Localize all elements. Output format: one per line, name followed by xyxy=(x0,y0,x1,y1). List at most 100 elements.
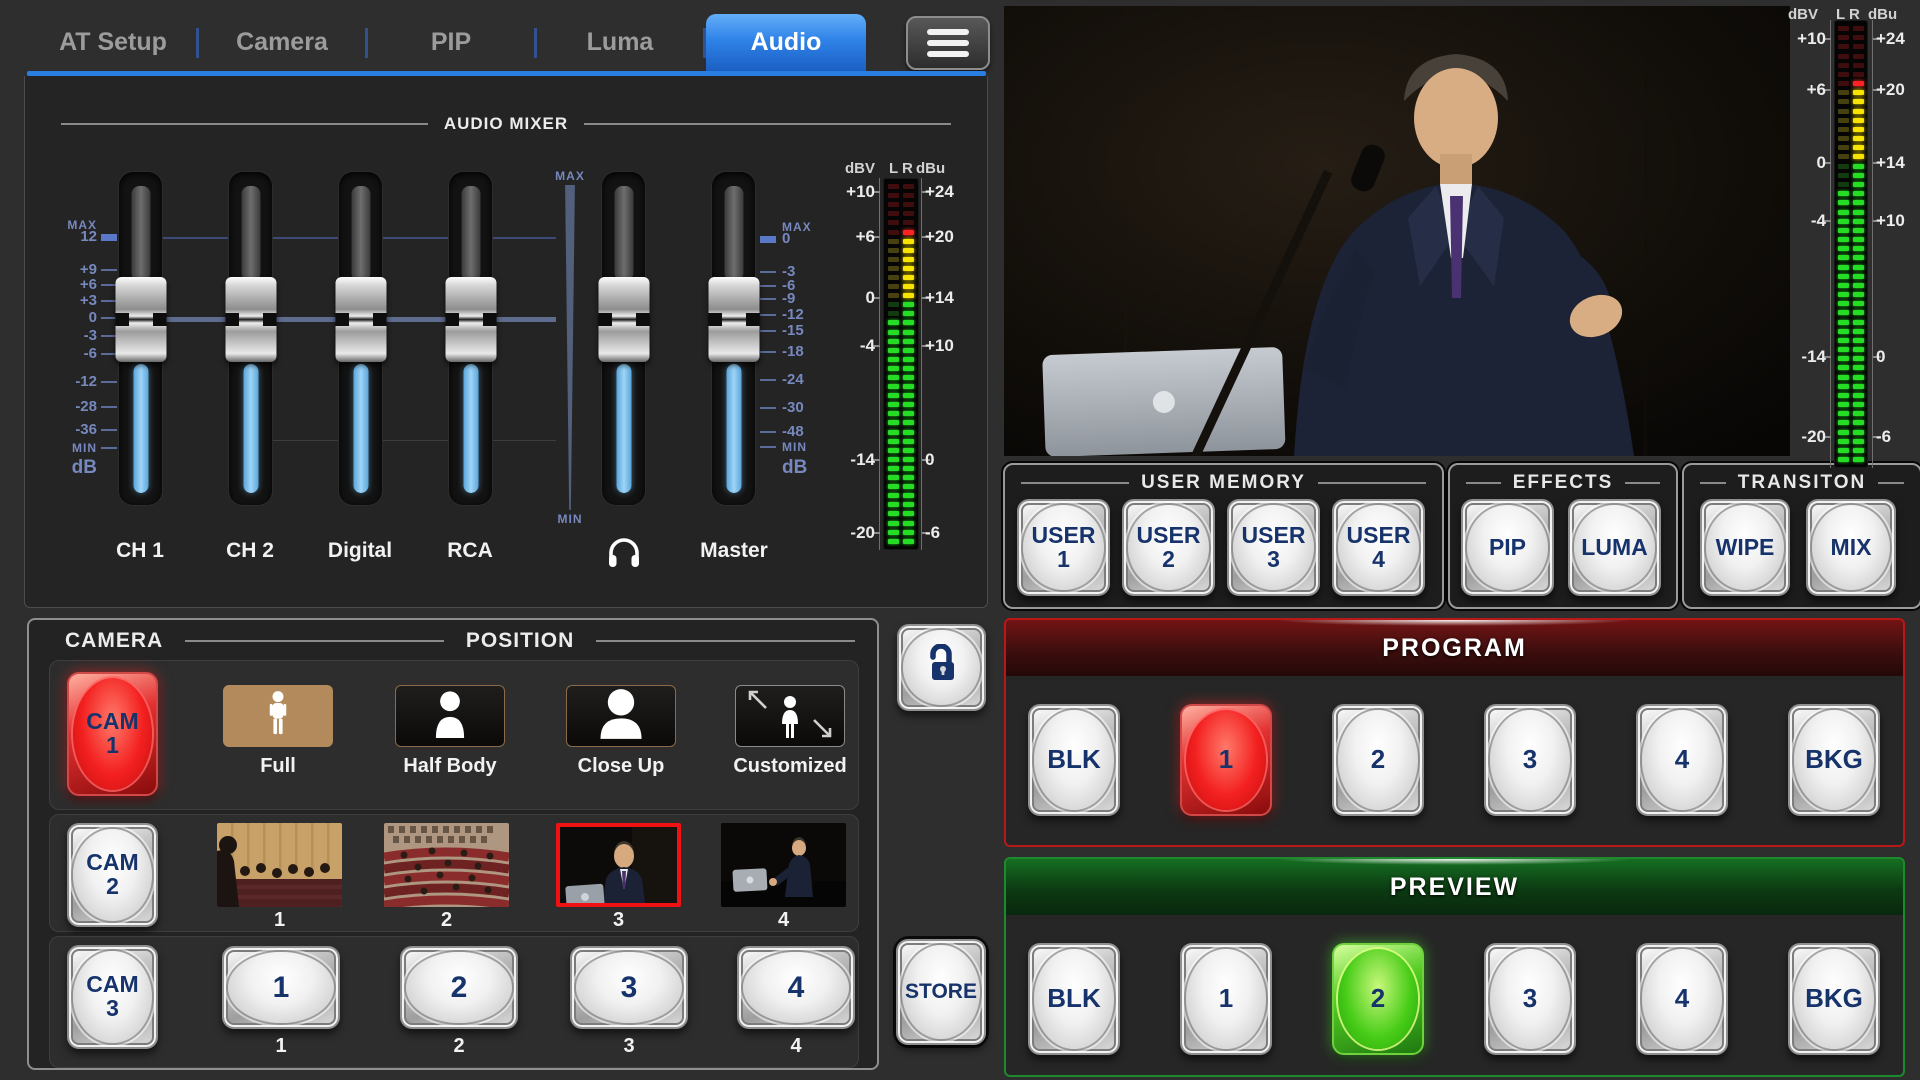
tab-luma[interactable]: Luma xyxy=(537,14,703,71)
program-bus-panel: PROGRAM BLK1234BKG xyxy=(1004,618,1905,847)
camera-thumbnail-1[interactable] xyxy=(217,823,342,907)
tab-camera[interactable]: Camera xyxy=(199,14,365,71)
mixer-meter-led-row xyxy=(884,182,918,191)
position-preset-customized[interactable] xyxy=(735,685,845,747)
output-meter-led-row xyxy=(1835,107,1867,116)
output-meter-led-r xyxy=(1853,219,1864,224)
cam3-preset-2[interactable]: 2 xyxy=(400,946,518,1029)
store-button[interactable]: STORE xyxy=(896,939,986,1045)
user-memory-user-1[interactable]: USER 1 xyxy=(1017,499,1110,596)
lock-button[interactable] xyxy=(897,624,986,711)
mixer-meter-led-row xyxy=(884,509,918,518)
fader-rca-stripe xyxy=(461,186,480,281)
fader-master-handle[interactable] xyxy=(708,277,759,362)
tab-audio[interactable]: Audio xyxy=(706,14,866,71)
cam3-preset-3[interactable]: 3 xyxy=(570,946,688,1029)
user-memory-user-4[interactable]: USER 4 xyxy=(1332,499,1425,596)
output-meter-led-r xyxy=(1853,457,1864,462)
user-memory-user-2[interactable]: USER 2 xyxy=(1122,499,1215,596)
tab-pip[interactable]: PIP xyxy=(368,14,534,71)
output-meter-led-l xyxy=(1838,365,1849,370)
user-memory-user-3[interactable]: USER 3 xyxy=(1227,499,1320,596)
cam3-preset-1[interactable]: 1 xyxy=(222,946,340,1029)
camera-select-cam-3[interactable]: CAM 3 xyxy=(67,945,158,1049)
master-scale-tick xyxy=(760,314,776,316)
camera-thumbnail-3[interactable] xyxy=(556,823,681,907)
mixer-meter-led-l xyxy=(888,230,899,235)
preview-bus-bkg[interactable]: BKG xyxy=(1788,943,1880,1055)
hamburger-menu-button[interactable] xyxy=(906,16,990,70)
camera-select-cam-2[interactable]: CAM 2 xyxy=(67,823,158,927)
transition-wipe[interactable]: WIPE xyxy=(1700,499,1790,596)
output-meter-led-r xyxy=(1853,182,1864,187)
preview-bus-1[interactable]: 1 xyxy=(1180,943,1272,1055)
output-meter-led-l xyxy=(1838,457,1849,462)
fader-ch-1[interactable] xyxy=(119,172,162,505)
camera-position-panel: CAMERA POSITION CAM 1FullHalf BodyClose … xyxy=(27,618,879,1070)
video-preview-monitor[interactable] xyxy=(1004,6,1790,456)
camera-thumbnail-4[interactable] xyxy=(721,823,846,907)
mixer-meter-led-r xyxy=(903,230,914,235)
preview-bus-2[interactable]: 2 xyxy=(1332,943,1424,1055)
program-bus-1[interactable]: 1 xyxy=(1180,704,1272,816)
channel-scale-tick xyxy=(101,381,117,383)
master-scale-db: dB xyxy=(782,459,830,477)
program-bus-blk[interactable]: BLK xyxy=(1028,704,1120,816)
fader-digital[interactable] xyxy=(339,172,382,505)
output-meter-led-row xyxy=(1835,308,1867,317)
output-meter-led-l xyxy=(1838,44,1849,49)
output-meter-led-l xyxy=(1838,338,1849,343)
position-preset-close-up[interactable] xyxy=(566,685,676,747)
mixer-meter-led-row xyxy=(884,237,918,246)
output-meter-led-l xyxy=(1838,384,1849,389)
effects-pip[interactable]: PIP xyxy=(1461,499,1554,596)
output-meter-tick xyxy=(1823,89,1831,91)
preview-bus-3[interactable]: 3 xyxy=(1484,943,1576,1055)
mixer-meter-led-l xyxy=(888,521,899,526)
fader-rca-handle[interactable] xyxy=(445,277,496,362)
mixer-meter-led-l xyxy=(888,448,899,453)
output-meter-led-row xyxy=(1835,207,1867,216)
position-preset-half-body[interactable] xyxy=(395,685,505,747)
mixer-meter-led-r xyxy=(903,357,914,362)
program-bus-bkg[interactable]: BKG xyxy=(1788,704,1880,816)
fader-headphone[interactable] xyxy=(602,172,645,505)
output-meter-led-l xyxy=(1838,81,1849,86)
transition-mix[interactable]: MIX xyxy=(1806,499,1896,596)
mixer-meter-dbv-label: -4 xyxy=(825,336,875,356)
fader-master[interactable] xyxy=(712,172,755,505)
preview-bus-label: 2 xyxy=(1371,985,1385,1012)
output-meter-led-row xyxy=(1835,409,1867,418)
fader-ch-2[interactable] xyxy=(229,172,272,505)
video-switcher-app: AT SetupCameraPIPLumaAudio AUDIO MIXER M… xyxy=(0,0,1920,1080)
program-bus-2[interactable]: 2 xyxy=(1332,704,1424,816)
tab-at-setup[interactable]: AT Setup xyxy=(30,14,196,71)
channel-scale--12: -12 xyxy=(25,373,97,391)
output-meter-led-r xyxy=(1853,54,1864,59)
effects-luma[interactable]: LUMA xyxy=(1568,499,1661,596)
camera-select-label: CAM 1 xyxy=(84,710,142,758)
program-bus-3[interactable]: 3 xyxy=(1484,704,1576,816)
cam3-preset-4[interactable]: 4 xyxy=(737,946,855,1029)
fader-master-stripe xyxy=(724,186,743,281)
camera-thumbnail-label: 2 xyxy=(384,909,509,932)
output-meter-tick xyxy=(1823,162,1831,164)
output-meter-led-row xyxy=(1835,180,1867,189)
output-meter-led-l xyxy=(1838,109,1849,114)
preview-bus-blk[interactable]: BLK xyxy=(1028,943,1120,1055)
channel-label-ch-2: CH 2 xyxy=(195,539,305,563)
preview-bus-4[interactable]: 4 xyxy=(1636,943,1728,1055)
mixer-meter-led-row xyxy=(884,400,918,409)
program-bus-4[interactable]: 4 xyxy=(1636,704,1728,816)
mixer-meter-led-r xyxy=(903,220,914,225)
output-meter-led-l xyxy=(1838,72,1849,77)
fader-ch-2-handle[interactable] xyxy=(225,277,276,362)
fader-headphone-handle[interactable] xyxy=(598,277,649,362)
fader-rca[interactable] xyxy=(449,172,492,505)
mixer-meter-led-row xyxy=(884,446,918,455)
fader-digital-handle[interactable] xyxy=(335,277,386,362)
fader-ch-1-handle[interactable] xyxy=(115,277,166,362)
camera-thumbnail-2[interactable] xyxy=(384,823,509,907)
position-preset-full[interactable] xyxy=(223,685,333,747)
camera-select-cam-1[interactable]: CAM 1 xyxy=(67,672,158,796)
